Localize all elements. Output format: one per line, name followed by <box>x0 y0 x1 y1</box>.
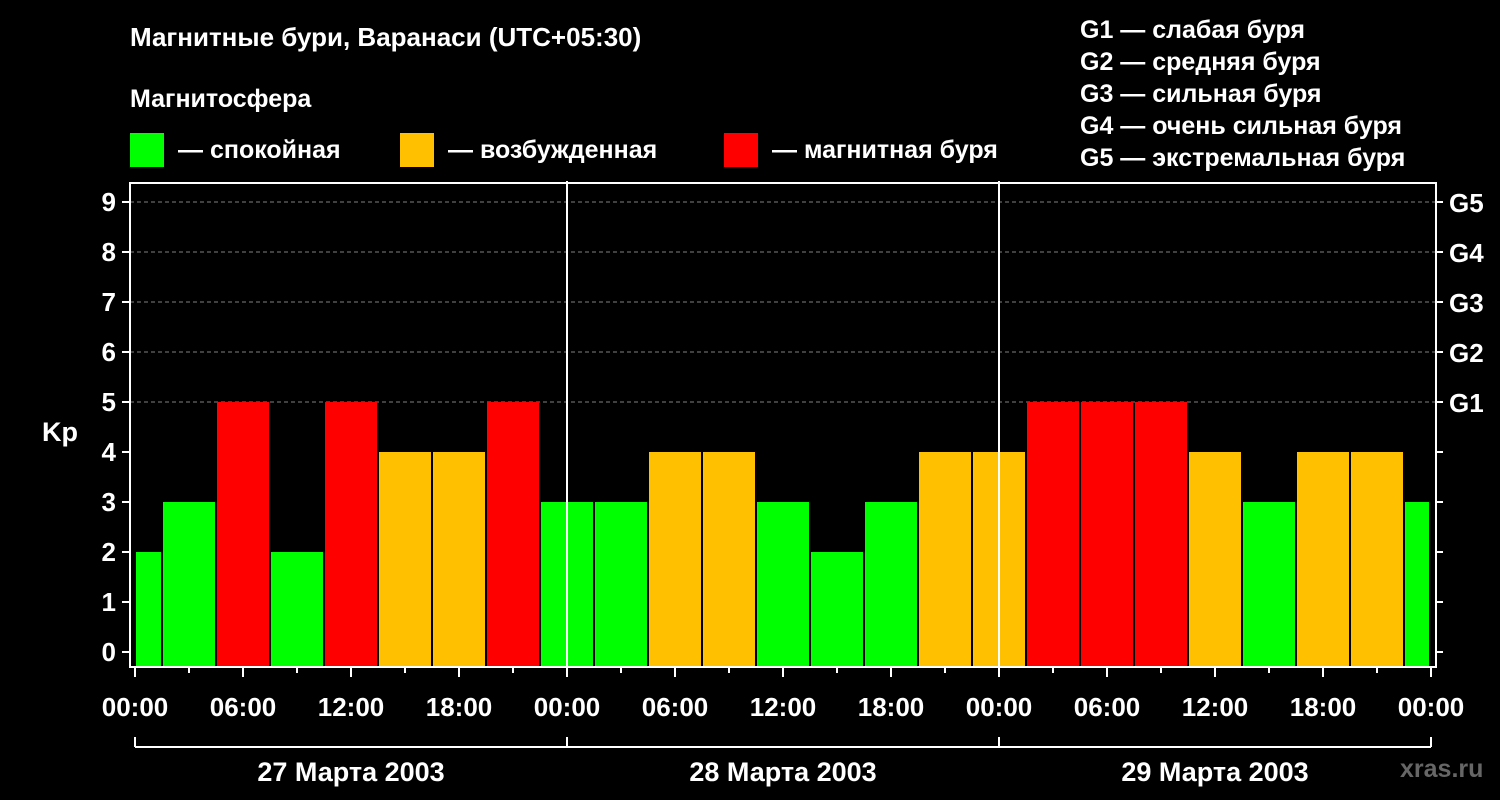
y-tick-label-0: 0 <box>102 637 116 667</box>
y-tick-label-8: 8 <box>102 237 116 267</box>
kp-bar-19 <box>1135 402 1187 667</box>
y-tick-label-3: 3 <box>102 487 116 517</box>
x-tick-label-7: 18:00 <box>858 692 925 722</box>
x-tick-label-9: 06:00 <box>1074 692 1141 722</box>
y-tick-label-2: 2 <box>102 537 116 567</box>
kp-bar-14 <box>865 502 917 667</box>
g-scale-label-g2: G2 <box>1449 338 1484 368</box>
x-tick-label-0: 00:00 <box>102 692 169 722</box>
kp-bar-5 <box>379 452 431 667</box>
kp-bar-3 <box>271 552 323 667</box>
kp-bar-15 <box>919 452 971 667</box>
x-tick-label-2: 12:00 <box>318 692 385 722</box>
kp-bar-18 <box>1081 402 1133 667</box>
kp-bar-2 <box>217 402 269 667</box>
kp-bar-9 <box>595 502 647 667</box>
g-scale-label-g4: G4 <box>1449 238 1484 268</box>
kp-bar-22 <box>1297 452 1349 667</box>
kp-bar-13 <box>811 552 863 667</box>
x-tick-label-5: 06:00 <box>642 692 709 722</box>
day-label-0: 27 Марта 2003 <box>257 757 444 787</box>
g-scale-label-g1: G1 <box>1449 388 1484 418</box>
y-tick-label-1: 1 <box>102 587 116 617</box>
kp-bar-10 <box>649 452 701 667</box>
y-tick-label-4: 4 <box>102 437 117 467</box>
y-axis-label: Kp <box>42 417 78 447</box>
watermark: xras.ru <box>1400 755 1484 783</box>
kp-bar-11 <box>703 452 755 667</box>
y-tick-label-5: 5 <box>102 387 116 417</box>
y-tick-label-7: 7 <box>102 287 116 317</box>
day-label-1: 28 Марта 2003 <box>689 757 876 787</box>
kp-bar-21 <box>1243 502 1295 667</box>
x-tick-label-8: 00:00 <box>966 692 1033 722</box>
kp-chart: 0 1 2 3 4 5 6 7 8 9 G1 G2 G3 G4 G5 Kp 00:00 06:00 12:00 18:… <box>42 181 1484 787</box>
x-tick-label-1: 06:00 <box>210 692 277 722</box>
kp-bar-4 <box>325 402 377 667</box>
x-tick-label-11: 18:00 <box>1290 692 1357 722</box>
kp-bar-17 <box>1027 402 1079 667</box>
g-scale-label-g3: G3 <box>1449 288 1484 318</box>
kp-bar-20 <box>1189 452 1241 667</box>
kp-bar-24 <box>1405 502 1429 667</box>
kp-bar-1 <box>163 502 215 667</box>
kp-bar-23 <box>1351 452 1403 667</box>
x-tick-label-6: 12:00 <box>750 692 817 722</box>
y-tick-label-9: 9 <box>102 187 116 217</box>
kp-bar-0 <box>136 552 161 667</box>
kp-bar-12 <box>757 502 809 667</box>
g-scale-label-g5: G5 <box>1449 188 1484 218</box>
x-tick-label-3: 18:00 <box>426 692 493 722</box>
y-tick-label-6: 6 <box>102 337 116 367</box>
day-label-2: 29 Марта 2003 <box>1121 757 1308 787</box>
kp-bar-6 <box>433 452 485 667</box>
kp-bar-7 <box>487 402 539 667</box>
x-tick-label-4: 00:00 <box>534 692 601 722</box>
x-tick-label-12: 00:00 <box>1398 692 1465 722</box>
x-tick-label-10: 12:00 <box>1182 692 1249 722</box>
